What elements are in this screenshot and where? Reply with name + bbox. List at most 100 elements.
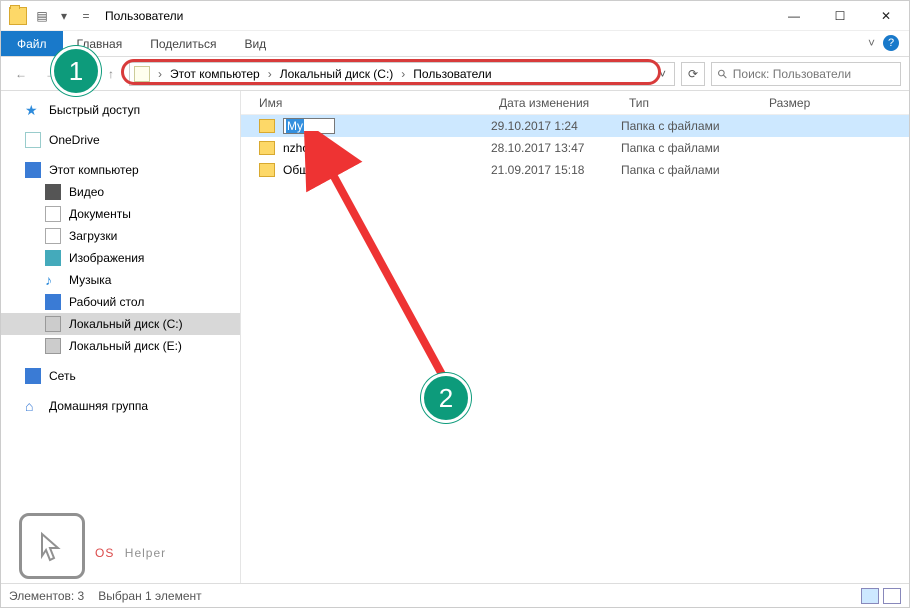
sidebar-label: Рабочий стол [69,295,144,309]
col-name[interactable]: Имя [259,96,499,110]
download-icon [45,228,61,244]
sidebar-item-docs[interactable]: Документы [1,203,240,225]
qat-properties-icon[interactable]: ▤ [34,8,50,24]
tab-view[interactable]: Вид [230,31,280,56]
body: ★Быстрый доступ OneDrive Этот компьютер … [1,91,909,583]
column-headers: Имя Дата изменения Тип Размер [241,91,909,115]
window-title: Пользователи [105,9,183,23]
pc-icon [25,162,41,178]
watermark-text: OS Helper [95,527,166,566]
titlebar: ▤ ▾ = Пользователи — ☐ ✕ [1,1,909,31]
cell-name: nzhola [259,141,491,155]
ribbon-right: ˅ ? [868,35,899,51]
sidebar-item-onedrive[interactable]: OneDrive [1,129,240,151]
qat-separator: = [78,8,94,24]
maximize-button[interactable]: ☐ [817,1,863,31]
sidebar-label: Быстрый доступ [49,103,140,117]
status-selection: Выбран 1 элемент [98,589,201,603]
sidebar-item-quick[interactable]: ★ Быстрый доступ [1,99,240,121]
cell-date: 21.09.2017 15:18 [491,163,621,177]
col-date[interactable]: Дата изменения [499,96,629,110]
folder-icon [259,141,275,155]
window-controls: — ☐ ✕ [771,1,909,31]
watermark-os: OS [95,546,114,560]
document-icon [45,206,61,222]
sidebar-item-disk-e[interactable]: Локальный диск (E:) [1,335,240,357]
nav-up-button[interactable]: ↑ [99,62,123,86]
sidebar-item-network[interactable]: Сеть [1,365,240,387]
watermark-helper: Helper [125,546,166,560]
minimize-button[interactable]: — [771,1,817,31]
status-count: Элементов: 3 [9,589,84,603]
breadcrumb-part-disk[interactable]: Локальный диск (C:) [278,67,396,81]
sidebar-label: Локальный диск (E:) [69,339,182,353]
sidebar: ★Быстрый доступ OneDrive Этот компьютер … [1,91,241,583]
refresh-button[interactable]: ⟳ [681,62,705,86]
breadcrumb-sep-icon[interactable]: › [397,67,409,81]
image-icon [45,250,61,266]
breadcrumb-part-pc[interactable]: Этот компьютер [168,67,262,81]
sidebar-item-homegroup[interactable]: ⌂Домашняя группа [1,395,240,417]
folder-icon [259,163,275,177]
annotation-badge-1: 1 [51,46,101,96]
folder-icon [9,7,27,25]
cell-type: Папка с файлами [621,119,761,133]
network-icon [25,368,41,384]
sidebar-label: Музыка [69,273,111,287]
sidebar-item-video[interactable]: Видео [1,181,240,203]
cell-date: 29.10.2017 1:24 [491,119,621,133]
sidebar-label: Видео [69,185,104,199]
cell-name: Общие [259,163,491,177]
search-input[interactable]: ⚲ Поиск: Пользователи [711,62,901,86]
watermark-cursor-icon [19,513,85,579]
file-name: Общие [283,163,322,177]
tab-share[interactable]: Поделиться [136,31,230,56]
cell-name: My [259,118,491,134]
view-large-button[interactable] [883,588,901,604]
breadcrumb[interactable]: › Этот компьютер › Локальный диск (C:) ›… [129,62,675,86]
rename-text: My [286,119,304,133]
sidebar-label: OneDrive [49,133,100,147]
sidebar-item-desktop[interactable]: Рабочий стол [1,291,240,313]
cell-type: Папка с файлами [621,163,761,177]
col-type[interactable]: Тип [629,96,769,110]
breadcrumb-sep-icon[interactable]: › [264,67,276,81]
close-button[interactable]: ✕ [863,1,909,31]
search-placeholder: Поиск: Пользователи [733,67,851,81]
file-row[interactable]: My 29.10.2017 1:24 Папка с файлами [241,115,909,137]
status-bar: Элементов: 3 Выбран 1 элемент [1,583,909,607]
view-details-button[interactable] [861,588,879,604]
music-icon: ♪ [45,272,61,288]
file-tab[interactable]: Файл [1,31,63,56]
sidebar-item-images[interactable]: Изображения [1,247,240,269]
col-size[interactable]: Размер [769,96,849,110]
cell-date: 28.10.2017 13:47 [491,141,621,155]
nav-back-button[interactable]: ← [9,62,33,86]
view-switcher [861,588,901,604]
watermark: OS Helper [19,513,166,579]
breadcrumb-dropdown-icon[interactable]: ˅ [655,67,670,81]
desktop-icon [45,294,61,310]
sidebar-label: Сеть [49,369,76,383]
rename-input[interactable]: My [283,118,335,134]
sidebar-label: Изображения [69,251,144,265]
breadcrumb-sep-icon[interactable]: › [154,67,166,81]
help-icon[interactable]: ? [883,35,899,51]
sidebar-label: Локальный диск (C:) [69,317,183,331]
sidebar-item-downloads[interactable]: Загрузки [1,225,240,247]
file-row[interactable]: nzhola 28.10.2017 13:47 Папка с файлами [241,137,909,159]
sidebar-item-disk-c[interactable]: Локальный диск (C:) [1,313,240,335]
sidebar-label: Документы [69,207,131,221]
sidebar-item-pc[interactable]: Этот компьютер [1,159,240,181]
homegroup-icon: ⌂ [25,398,41,414]
sidebar-label: Этот компьютер [49,163,139,177]
ribbon: Файл Главная Поделиться Вид ˅ ? [1,31,909,57]
breadcrumb-part-users[interactable]: Пользователи [411,67,493,81]
file-row[interactable]: Общие 21.09.2017 15:18 Папка с файлами [241,159,909,181]
sidebar-item-music[interactable]: ♪ Музыка [1,269,240,291]
sidebar-label: Загрузки [69,229,117,243]
ribbon-expand-icon[interactable]: ˅ [868,36,875,50]
star-icon: ★ [25,102,41,118]
folder-icon [259,119,275,133]
qat-newfolder-icon[interactable]: ▾ [56,8,72,24]
